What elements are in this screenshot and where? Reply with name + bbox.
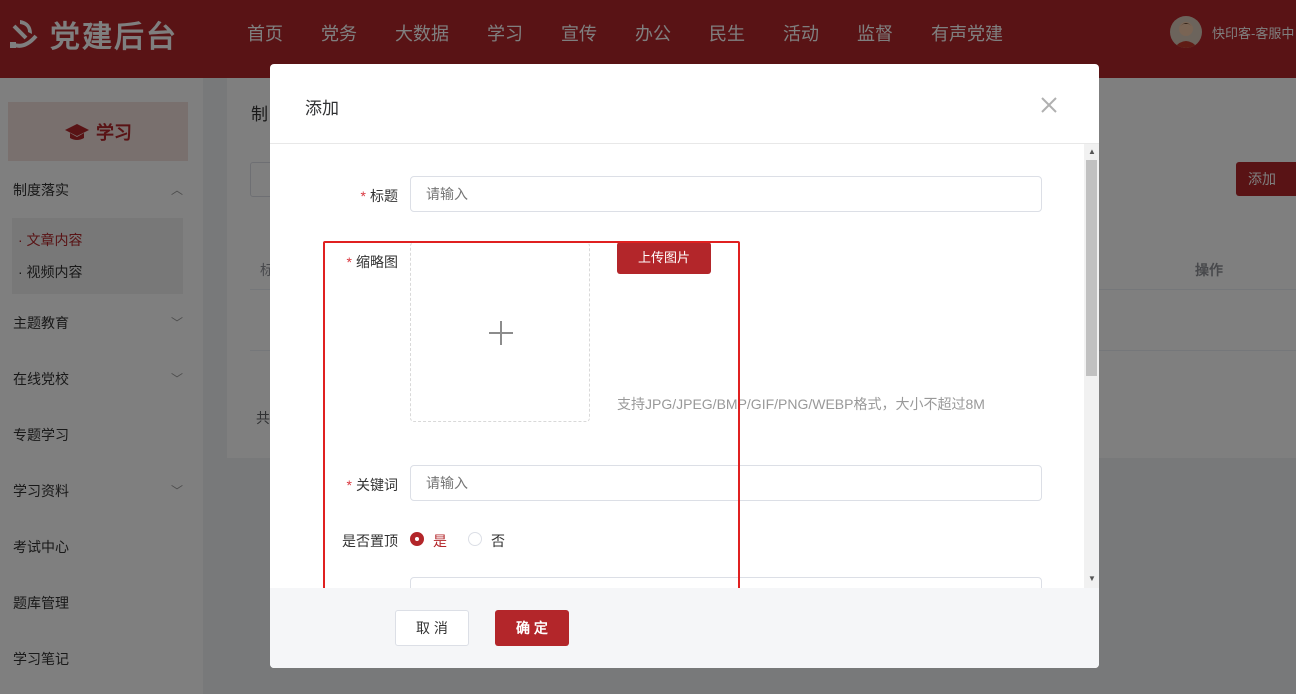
cancel-button[interactable]: 取 消 (395, 610, 469, 646)
required-mark: * (360, 188, 366, 204)
scroll-down-arrow-icon[interactable]: ▼ (1088, 574, 1096, 583)
dialog-body: *标题 *缩略图 上传图片 支持JPG/JPEG/BMP/GIF/PNG/WEB… (270, 144, 1084, 588)
dialog-header: 添加 (270, 64, 1099, 144)
dialog-footer: 取 消 确 定 (270, 588, 1099, 668)
form-label-title: * 标题 (308, 186, 398, 206)
confirm-button[interactable]: 确 定 (495, 610, 569, 646)
highlight-annotation-box (323, 241, 740, 588)
scroll-up-arrow-icon[interactable]: ▲ (1088, 147, 1096, 156)
close-icon[interactable] (1038, 94, 1060, 116)
dialog-title: 添加 (305, 99, 339, 118)
label-text: 标题 (370, 188, 398, 204)
dialog-scrollbar[interactable]: ▲ ▼ (1084, 144, 1099, 588)
title-input[interactable] (410, 176, 1042, 212)
scrollbar-thumb[interactable] (1086, 160, 1097, 376)
add-dialog: 添加 *标题 *缩略图 上传图片 支持JPG/JPEG/BMP/GIF/PNG/… (270, 64, 1099, 668)
